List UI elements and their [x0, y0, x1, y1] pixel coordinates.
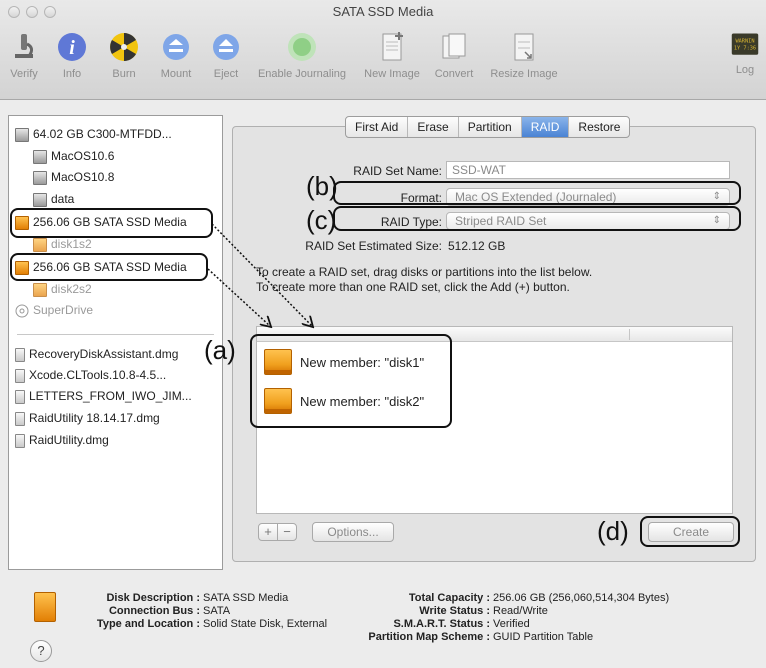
sidebar-item-c300-disk[interactable]: 64.02 GB C300-MTFDD...	[15, 124, 172, 144]
smart-status-value: Verified	[493, 618, 530, 630]
volume-icon	[33, 192, 47, 207]
svg-text:i: i	[69, 37, 75, 59]
device-sidebar[interactable]: 64.02 GB C300-MTFDD... MacOS10.6 MacOS10…	[8, 115, 223, 570]
connection-bus-key: Connection Bus :	[108, 605, 200, 617]
burn-button[interactable]: Burn	[104, 30, 144, 90]
disk-image-icon	[15, 433, 25, 448]
sidebar-item-raidutility-1817[interactable]: RaidUtility 18.14.17.dmg	[15, 408, 160, 428]
annotation-d: (d)	[597, 516, 629, 546]
raid-set-name-field[interactable]: SSD-WAT	[446, 161, 730, 179]
disk-description-key: Disk Description :	[106, 592, 200, 604]
title-toolbar-bar: SATA SSD Media Verify i Info Burn Mount …	[0, 0, 766, 100]
new-image-button[interactable]: New Image	[360, 30, 424, 90]
callout-box-raid-type	[333, 206, 741, 231]
disk-image-icon	[15, 347, 25, 362]
smart-status-key: S.M.A.R.T. Status :	[393, 618, 490, 630]
enable-journaling-button[interactable]: Enable Journaling	[254, 30, 350, 90]
tab-raid[interactable]: RAID	[521, 117, 570, 137]
raid-instructions-line1: To create a RAID set, drag disks or part…	[256, 265, 593, 279]
optical-drive-icon	[15, 304, 29, 318]
sidebar-item-disk2s2[interactable]: disk2s2	[33, 279, 92, 299]
sidebar-item-raidutility[interactable]: RaidUtility.dmg	[15, 430, 109, 450]
verify-button[interactable]: Verify	[6, 30, 42, 90]
svg-text:1Y 7:36: 1Y 7:36	[734, 45, 756, 51]
callout-box-format	[333, 181, 741, 205]
disk-image-icon	[15, 389, 25, 404]
volume-icon	[33, 282, 47, 297]
disk-description-value: SATA SSD Media	[203, 592, 289, 604]
mount-button[interactable]: Mount	[154, 30, 198, 90]
resize-image-icon	[514, 33, 534, 61]
hard-disk-icon	[15, 127, 29, 142]
window-title: SATA SSD Media	[332, 4, 434, 19]
external-disk-icon	[34, 592, 56, 622]
sidebar-item-data[interactable]: data	[33, 189, 74, 209]
disk-image-icon	[15, 411, 25, 426]
sidebar-item-superdrive[interactable]: SuperDrive	[15, 300, 93, 320]
sidebar-item-recovery-dmg[interactable]: RecoveryDiskAssistant.dmg	[15, 344, 178, 364]
tab-partition[interactable]: Partition	[459, 117, 522, 137]
sidebar-separator	[17, 334, 214, 335]
journal-icon	[288, 33, 316, 61]
total-capacity-value: 256.06 GB (256,060,514,304 Bytes)	[493, 592, 670, 604]
callout-box-disk2	[10, 253, 208, 281]
tab-restore[interactable]: Restore	[569, 117, 629, 137]
partition-scheme-key: Partition Map Scheme :	[368, 631, 490, 643]
add-raid-set-button[interactable]: +	[258, 523, 278, 541]
estimated-size-label: RAID Set Estimated Size:	[305, 239, 442, 253]
resize-image-button[interactable]: Resize Image	[486, 30, 562, 90]
tab-erase[interactable]: Erase	[408, 117, 459, 137]
microscope-icon	[15, 34, 34, 58]
sidebar-item-xcode-dmg[interactable]: Xcode.CLTools.10.8-4.5...	[15, 365, 166, 385]
burn-icon	[110, 33, 138, 61]
remove-raid-set-button[interactable]: −	[277, 523, 297, 541]
mount-icon	[163, 34, 189, 60]
help-button[interactable]: ?	[30, 640, 52, 662]
disk-utility-window: SATA SSD Media Verify i Info Burn Mount …	[0, 0, 766, 668]
sidebar-item-letters-dmg[interactable]: LETTERS_FROM_IWO_JIM...	[15, 386, 192, 406]
log-button[interactable]: WARNIN 1Y 7:36 Log	[728, 30, 762, 90]
options-button[interactable]: Options...	[312, 522, 394, 542]
sidebar-item-macos108[interactable]: MacOS10.8	[33, 167, 114, 187]
volume-icon	[33, 170, 47, 185]
connection-bus-value: SATA	[203, 605, 231, 617]
info-button[interactable]: i Info	[52, 30, 92, 90]
sidebar-item-macos106[interactable]: MacOS10.6	[33, 146, 114, 166]
annotation-a: (a)	[204, 335, 236, 365]
raid-set-name-label: RAID Set Name:	[353, 164, 442, 178]
total-capacity-key: Total Capacity :	[408, 592, 490, 604]
eject-button[interactable]: Eject	[206, 30, 246, 90]
annotation-c: (c)	[306, 205, 337, 235]
volume-icon	[33, 149, 47, 164]
info-icon: i	[58, 33, 86, 61]
callout-box-members	[250, 334, 452, 428]
column-divider	[629, 329, 630, 340]
callout-box-disk1	[10, 208, 213, 238]
annotation-b: (b)	[306, 171, 338, 201]
new-image-icon	[382, 32, 403, 61]
disk-image-icon	[15, 368, 25, 383]
tab-bar: First Aid Erase Partition RAID Restore	[345, 116, 631, 138]
svg-text:WARNIN: WARNIN	[735, 38, 754, 44]
estimated-size-value: 512.12 GB	[448, 239, 506, 253]
tab-first-aid[interactable]: First Aid	[346, 117, 409, 137]
volume-icon	[33, 237, 47, 252]
eject-icon	[213, 34, 239, 60]
convert-icon	[442, 33, 466, 59]
write-status-value: Read/Write	[493, 605, 548, 617]
partition-scheme-value: GUID Partition Table	[493, 631, 594, 643]
type-location-key: Type and Location :	[96, 618, 200, 630]
raid-instructions-line2: To create more than one RAID set, click …	[256, 280, 570, 294]
type-location-value: Solid State Disk, External	[203, 618, 328, 630]
log-icon: WARNIN 1Y 7:36	[731, 33, 759, 55]
callout-box-create	[640, 516, 740, 547]
write-status-key: Write Status :	[419, 605, 490, 617]
convert-button[interactable]: Convert	[430, 30, 478, 90]
